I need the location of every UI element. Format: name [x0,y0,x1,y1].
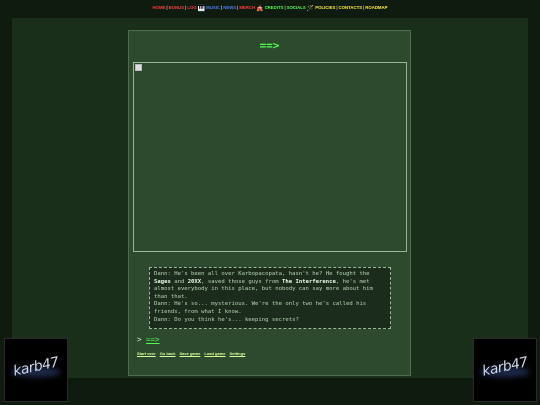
dialog-speaker: Dann: [154,301,175,308]
comic-panel: ==> Dann: He's been all over Karbopacopa… [128,30,411,376]
next-page: > ==> [137,335,160,344]
next-page-link[interactable]: ==> [146,335,160,344]
footer-link-settings[interactable]: Settings [230,351,246,356]
logo-left: karb47 [4,338,68,402]
nav-policies-icon: 🪄 [306,6,315,12]
logo-right: karb47 [473,338,537,402]
nav-link-merch[interactable]: MERCH [239,5,255,10]
footer-link-save-game[interactable]: Save game [179,351,200,356]
nav-link-log[interactable]: LOG [187,5,196,10]
nav-link-music[interactable]: MUSIC [206,5,220,10]
nav-link-news[interactable]: NEWS [223,5,236,10]
nav-link-home[interactable]: HOME [153,5,166,10]
page-title: ==> [259,39,280,52]
top-navigation: HOME|BONUS|LOG🎹MUSIC|NEWS|MERCH🎪CREDITS|… [0,4,540,13]
nav-link-bonus[interactable]: BONUS [169,5,185,10]
nav-separator: | [166,5,168,10]
comic-image [133,62,407,252]
dialog-line: Dann: He's so... mysterious. We're the o… [154,301,386,316]
footer-link-start-over[interactable]: Start over [137,351,156,356]
nav-separator: | [336,5,338,10]
dialog-text: He's so... mysterious. We're the only tw… [154,301,367,315]
footer-links: Start over Go back Save game Load game Setti… [137,351,249,356]
dialog-text: Do you think he's... keeping secrets? [174,316,299,323]
dialog-text: He's been all over Karbopacopata, hasn't… [174,271,370,277]
dialog-text: and [170,278,188,285]
nav-music-icon: 🎹 [197,6,206,12]
footer-link-load-game[interactable]: Load game [204,351,225,356]
nav-link-policies[interactable]: POLICIES [315,5,335,10]
next-prefix: > [137,335,142,344]
nav-credits-icon: 🎪 [256,6,264,12]
dialog-log: Dann: He's been all over Karbopacopata, … [149,267,391,329]
dialog-text: , saved those guys from [201,278,282,285]
nav-link-contacts[interactable]: CONTACTS [339,5,363,10]
dialog-speaker: Dann: [154,271,175,277]
nav-separator: | [284,5,286,10]
dialog-speaker: Dann: [154,316,175,323]
footer-link-go-back[interactable]: Go back [160,351,176,356]
dialog-line: Dann: Do you think he's... keeping secre… [154,317,386,325]
broken-image-icon [135,64,142,71]
dialog-line: Dann: He's been all over Karbopacopata, … [154,271,386,301]
nav-link-credits[interactable]: CREDITS [265,5,284,10]
dialog-keyword: The Interference [282,278,336,285]
nav-link-socials[interactable]: SOCIALS [287,5,306,10]
nav-link-roadmap[interactable]: ROADMAP [365,5,387,10]
dialog-keyword: Sages [154,278,171,285]
dialog-keyword: 20XX [187,278,202,285]
